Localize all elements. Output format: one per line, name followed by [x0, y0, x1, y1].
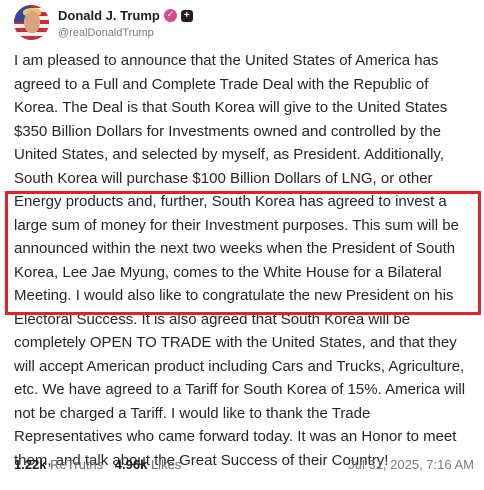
likes-count: 4.96k — [114, 457, 148, 472]
badge-icon: ✓ — [163, 9, 177, 22]
post-footer: 1.22k ReTruths 4.96k Likes Jul 31, 2025,… — [14, 457, 474, 475]
avatar[interactable] — [14, 5, 49, 40]
likes-stat[interactable]: 4.96k Likes — [115, 457, 182, 472]
retruths-label: ReTruths — [50, 457, 104, 472]
post-text: I am pleased to announce that the United… — [14, 52, 466, 469]
display-name[interactable]: Donald J. Trump — [58, 8, 160, 23]
retruths-stat[interactable]: 1.22k ReTruths — [14, 457, 103, 472]
post-header: Donald J. Trump ✓ + @realDonaldTrump — [14, 5, 474, 41]
plus-icon: + — [180, 9, 193, 22]
user-handle[interactable]: @realDonaldTrump — [58, 27, 154, 39]
name-row: Donald J. Trump ✓ + — [58, 8, 193, 23]
avatar-face — [24, 11, 40, 33]
post-timestamp[interactable]: Jul 31, 2025, 7:16 AM — [348, 457, 474, 472]
retruths-count: 1.22k — [14, 457, 47, 472]
likes-label: Likes — [150, 457, 182, 472]
